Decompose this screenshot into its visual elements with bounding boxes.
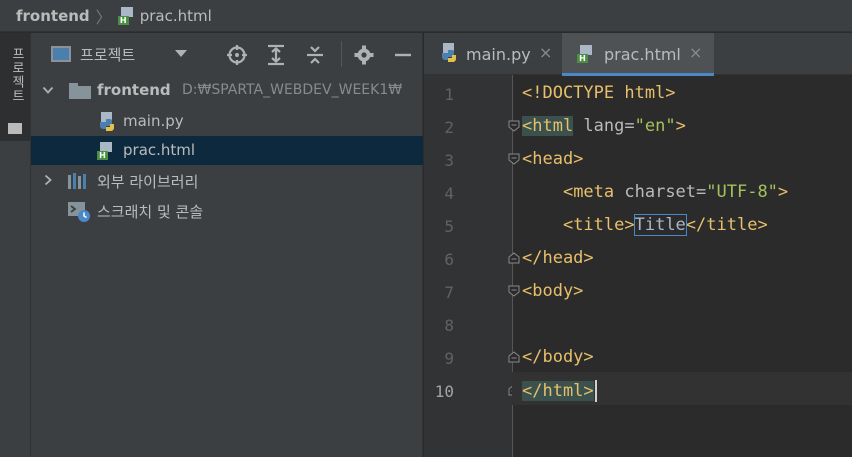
chevron-down-icon[interactable] (175, 50, 187, 57)
line-number: 8 (444, 316, 454, 335)
code-token-tag: </body> (522, 347, 594, 367)
tree-item-label: 외부 라이브러리 (97, 173, 199, 191)
tab-label: prac.html (604, 45, 681, 64)
locate-icon[interactable] (226, 44, 248, 66)
project-view-selector[interactable]: 프로젝트 (80, 44, 135, 65)
code-line-4: <meta charset="UTF-8"> (522, 182, 788, 202)
tree-item-label: frontend (97, 81, 171, 99)
breadcrumb-root[interactable]: frontend (16, 7, 90, 25)
fold-close-icon[interactable] (508, 252, 520, 264)
project-tool-label: 프로젝트 (9, 47, 24, 103)
expand-all-icon[interactable] (265, 44, 287, 66)
code-token-tag: <head> (522, 149, 584, 169)
line-number: 5 (444, 217, 454, 236)
folder-icon (69, 83, 91, 99)
close-icon[interactable]: × (539, 43, 552, 62)
code-token-tag: </html> (522, 381, 594, 401)
code-line-5: <title>Title</title> (522, 214, 768, 236)
code-line-9: </body> (522, 347, 594, 367)
code-token-tag: <body> (522, 281, 584, 301)
editor-panel: main.py × H prac.html × 1 2 3 4 5 6 7 8 … (424, 33, 852, 457)
python-file-icon (442, 43, 456, 62)
close-icon[interactable]: × (689, 43, 702, 62)
project-panel: 프로젝트 frontend D:₩SPARTA_WEBDEV_WEEK1₩ ma… (31, 33, 423, 457)
code-token-tag: <!DOCTYPE html> (522, 83, 676, 103)
html-file-icon: H (117, 6, 136, 25)
code-token-attribute: lang= (573, 116, 635, 136)
tree-item-label: prac.html (123, 141, 196, 159)
minimize-icon[interactable] (392, 44, 414, 66)
code-editor[interactable]: <!DOCTYPE html> <html lang="en"> <head> … (512, 75, 852, 457)
code-token-tag: </title> (685, 215, 768, 235)
toolbar-divider (341, 41, 342, 67)
tree-item-main-py[interactable]: main.py (31, 107, 423, 136)
code-line-6: </head> (522, 248, 594, 268)
tree-item-label: 스크래치 및 콘솔 (97, 203, 204, 221)
line-number: 4 (444, 184, 454, 203)
line-number: 3 (444, 151, 454, 170)
tree-item-scratches[interactable]: 스크래치 및 콘솔 (31, 196, 423, 225)
code-line-1: <!DOCTYPE html> (522, 83, 676, 103)
line-number: 2 (444, 118, 454, 137)
code-token-tag: > (675, 116, 686, 136)
code-line-10: </html> (522, 380, 597, 402)
code-token-tag: <html (522, 116, 574, 136)
project-toolbar: 프로젝트 (31, 33, 423, 73)
tab-prac-html[interactable]: H prac.html × (562, 33, 714, 76)
tool-window-strip: 프로젝트 (0, 33, 31, 457)
code-line-7: <body> (522, 281, 583, 301)
code-token-tag: <title> (562, 215, 635, 235)
tree-item-frontend[interactable]: frontend D:₩SPARTA_WEBDEV_WEEK1₩ (31, 76, 423, 105)
tab-main-py[interactable]: main.py × (424, 33, 562, 75)
code-token-text-highlighted: Title (633, 214, 687, 236)
library-icon (68, 173, 86, 189)
code-token-value: "UTF-8" (706, 182, 778, 202)
code-token-tag: <meta (562, 182, 615, 202)
line-number-gutter: 1 2 3 4 5 6 7 8 9 10 (424, 75, 512, 457)
editor-tab-bar: main.py × H prac.html × (424, 33, 852, 76)
python-file-icon (100, 112, 114, 131)
line-number: 6 (444, 250, 454, 269)
scratch-icon (68, 202, 90, 222)
code-token-attribute: charset= (614, 182, 707, 202)
code-line-2: <html lang="en"> (522, 116, 686, 136)
project-view-icon (51, 46, 71, 62)
tree-item-label: main.py (123, 112, 184, 130)
collapse-all-icon[interactable] (304, 44, 326, 66)
ide-window: frontend 〉 H prac.html 프로젝트 프로젝트 fronten… (0, 0, 852, 457)
folder-icon (8, 123, 22, 134)
breadcrumb-file[interactable]: prac.html (140, 7, 212, 25)
line-number-current: 10 (434, 382, 454, 401)
line-number: 9 (444, 349, 454, 368)
fold-open-icon[interactable] (508, 285, 520, 297)
code-token-value: "en" (634, 116, 676, 136)
html-file-icon: H (97, 142, 115, 160)
gear-icon[interactable] (353, 44, 375, 66)
line-number: 7 (444, 283, 454, 302)
fold-open-icon[interactable] (508, 120, 520, 132)
text-caret (594, 380, 597, 402)
fold-close-icon[interactable] (508, 351, 520, 363)
breadcrumb: frontend 〉 H prac.html (0, 0, 852, 32)
breadcrumb-separator: 〉 (95, 7, 112, 27)
html-file-icon: H (577, 45, 595, 63)
line-number: 1 (444, 85, 454, 104)
code-token-tag: </head> (522, 248, 594, 268)
tree-item-prac-html[interactable]: H prac.html (31, 136, 423, 165)
chevron-down-icon[interactable] (42, 84, 54, 96)
code-token-tag: > (777, 182, 789, 202)
project-tool-tab[interactable]: 프로젝트 (0, 33, 30, 141)
code-line-3: <head> (522, 149, 583, 169)
tab-label: main.py (466, 45, 531, 64)
tree-item-path: D:₩SPARTA_WEBDEV_WEEK1₩ (182, 82, 403, 98)
fold-open-icon[interactable] (508, 153, 520, 165)
tree-item-external-libraries[interactable]: 외부 라이브러리 (31, 166, 423, 195)
chevron-right-icon[interactable] (42, 174, 54, 186)
